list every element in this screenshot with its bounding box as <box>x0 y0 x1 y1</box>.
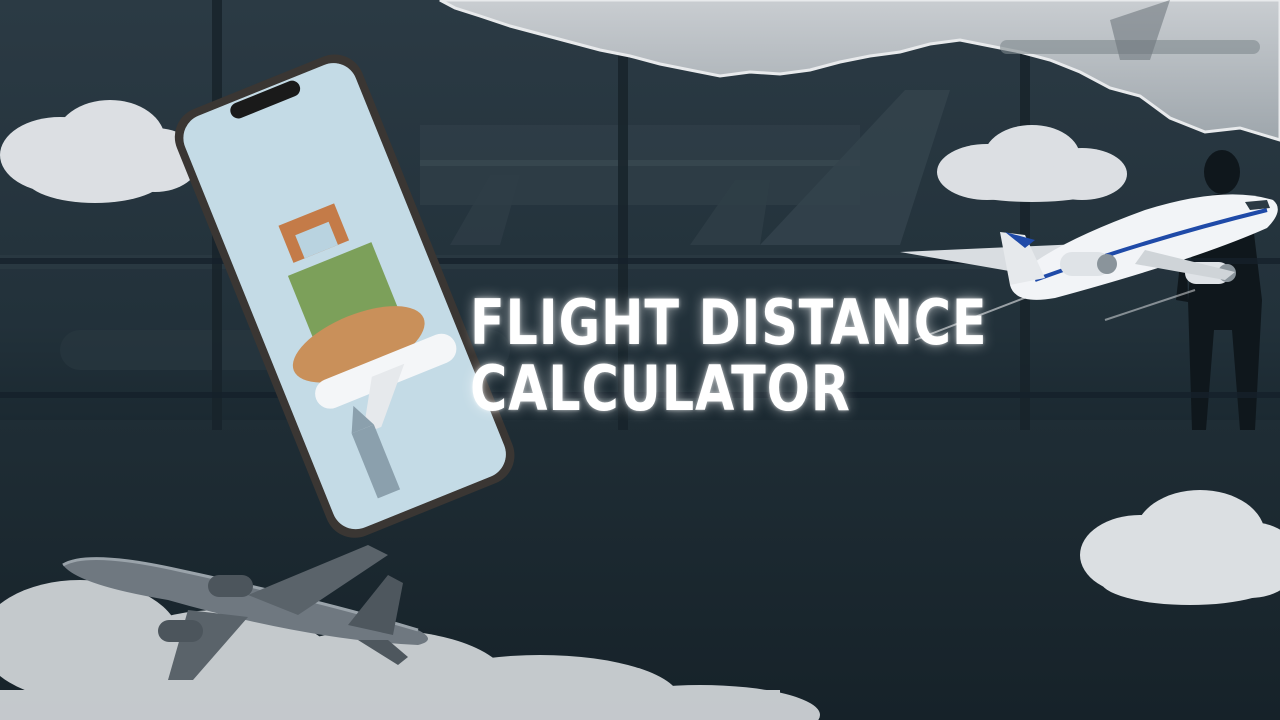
title-line-2: CALCULATOR <box>470 352 851 425</box>
phone-icon <box>174 54 515 538</box>
title-line-1: FLIGHT DISTANCE <box>470 286 988 359</box>
cloud-icon <box>0 100 200 203</box>
cloud-icon <box>1080 490 1280 605</box>
airplane-icon <box>62 545 428 680</box>
page-title: FLIGHT DISTANCE CALCULATOR <box>470 286 988 425</box>
hero-banner: FLIGHT DISTANCE CALCULATOR <box>0 0 1280 720</box>
